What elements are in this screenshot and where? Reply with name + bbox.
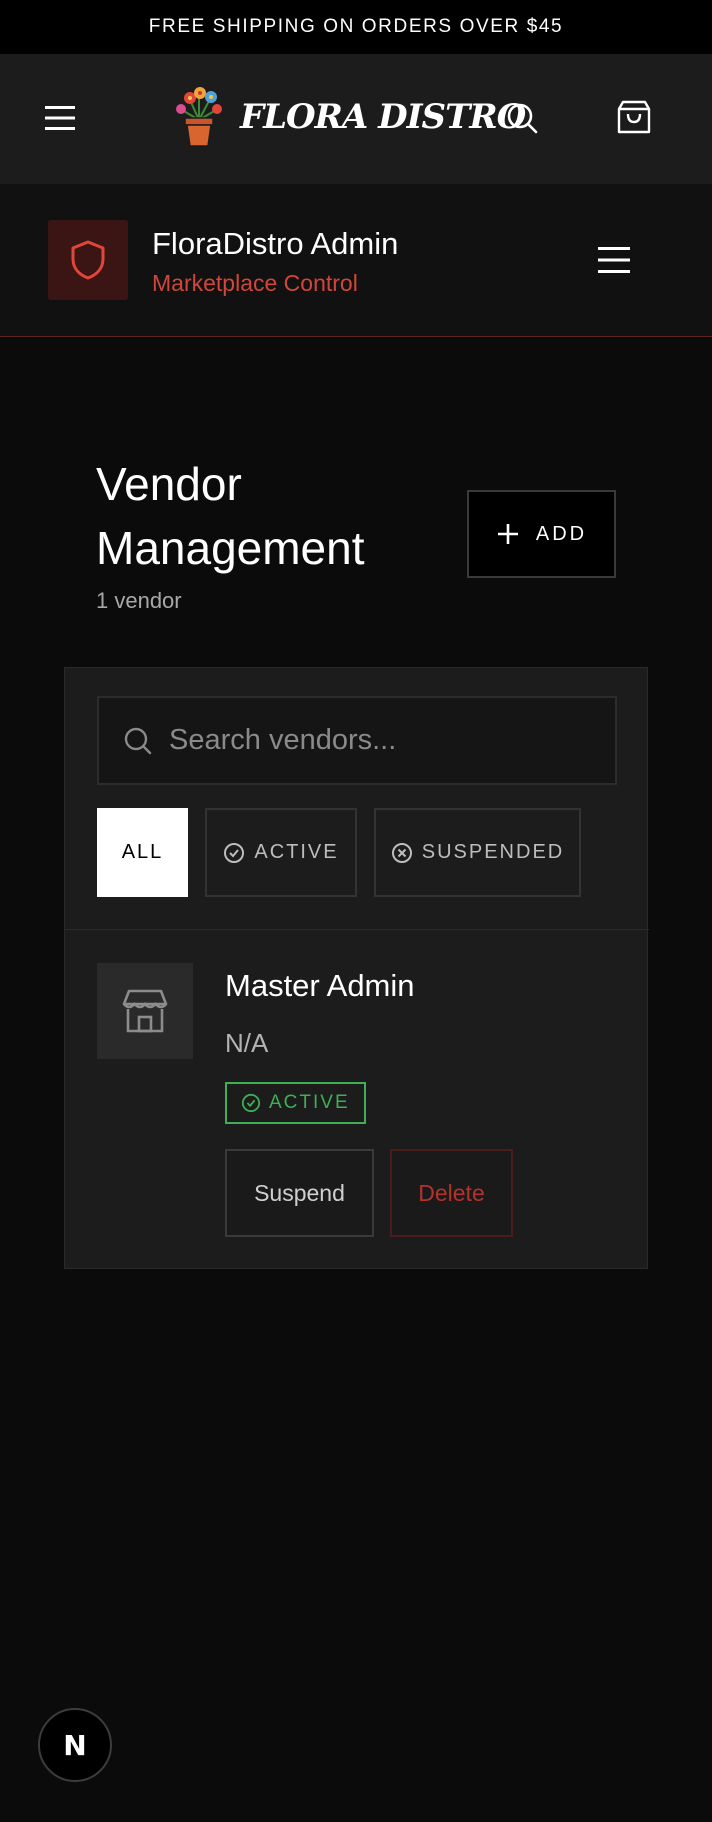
- admin-menu-button[interactable]: [594, 240, 634, 280]
- filter-all[interactable]: ALL: [97, 808, 188, 897]
- divider: [65, 929, 649, 930]
- search-input[interactable]: [169, 724, 589, 757]
- logo-wordmark: FLORA DISTRO: [240, 97, 526, 137]
- flower-pot-icon: [176, 87, 222, 147]
- admin-title: FloraDistro Admin: [152, 226, 399, 261]
- check-circle-icon: [224, 842, 245, 863]
- add-button-label: ADD: [535, 522, 588, 545]
- store-icon: [122, 989, 168, 1033]
- dev-badge-letter: N: [63, 1728, 87, 1762]
- filter-active-label: ACTIVE: [254, 841, 339, 863]
- page-title: Vendor Management: [96, 458, 365, 574]
- delete-button[interactable]: Delete: [390, 1149, 513, 1237]
- promo-banner: FREE SHIPPING ON ORDERS OVER $45: [0, 0, 712, 54]
- search-icon: [124, 727, 152, 754]
- vendor-avatar: [97, 963, 193, 1059]
- filter-all-label: ALL: [121, 841, 164, 863]
- delete-label: Delete: [418, 1179, 485, 1206]
- plus-icon: [497, 524, 518, 544]
- vendor-name: Master Admin: [225, 968, 415, 1003]
- status-label: ACTIVE: [269, 1092, 350, 1113]
- vendor-count: 1 vendor: [96, 588, 182, 613]
- vendor-email: N/A: [225, 1028, 269, 1058]
- check-circle-icon: [241, 1093, 261, 1113]
- promo-banner-text: FREE SHIPPING ON ORDERS OVER $45: [148, 16, 564, 37]
- filter-active[interactable]: ACTIVE: [205, 808, 357, 897]
- top-navigation: FLORA DISTRO: [0, 54, 712, 184]
- admin-header: FloraDistro Admin Marketplace Control: [0, 184, 712, 337]
- shield-icon: [71, 240, 105, 280]
- search-box[interactable]: [97, 696, 617, 785]
- menu-icon: [45, 106, 75, 130]
- dev-tools-badge[interactable]: N: [38, 1708, 112, 1782]
- filter-suspended[interactable]: SUSPENDED: [374, 808, 581, 897]
- status-badge: ACTIVE: [225, 1082, 366, 1124]
- x-circle-icon: [391, 842, 412, 863]
- suspend-label: Suspend: [254, 1179, 345, 1206]
- suspend-button[interactable]: Suspend: [225, 1149, 374, 1237]
- search-icon: [507, 103, 538, 134]
- filter-suspended-label: SUSPENDED: [421, 841, 565, 863]
- admin-badge: [48, 220, 128, 300]
- site-logo[interactable]: FLORA DISTRO: [172, 86, 526, 148]
- shopping-bag-icon: [617, 100, 651, 134]
- vendor-panel: ALL ACTIVE SUSPENDED Master Admin N/A: [64, 667, 649, 1269]
- search-button[interactable]: [502, 98, 542, 138]
- cart-button[interactable]: [613, 96, 655, 138]
- admin-subtitle: Marketplace Control: [152, 270, 358, 296]
- add-vendor-button[interactable]: ADD: [467, 490, 616, 578]
- menu-button[interactable]: [40, 98, 80, 138]
- menu-icon: [598, 247, 630, 273]
